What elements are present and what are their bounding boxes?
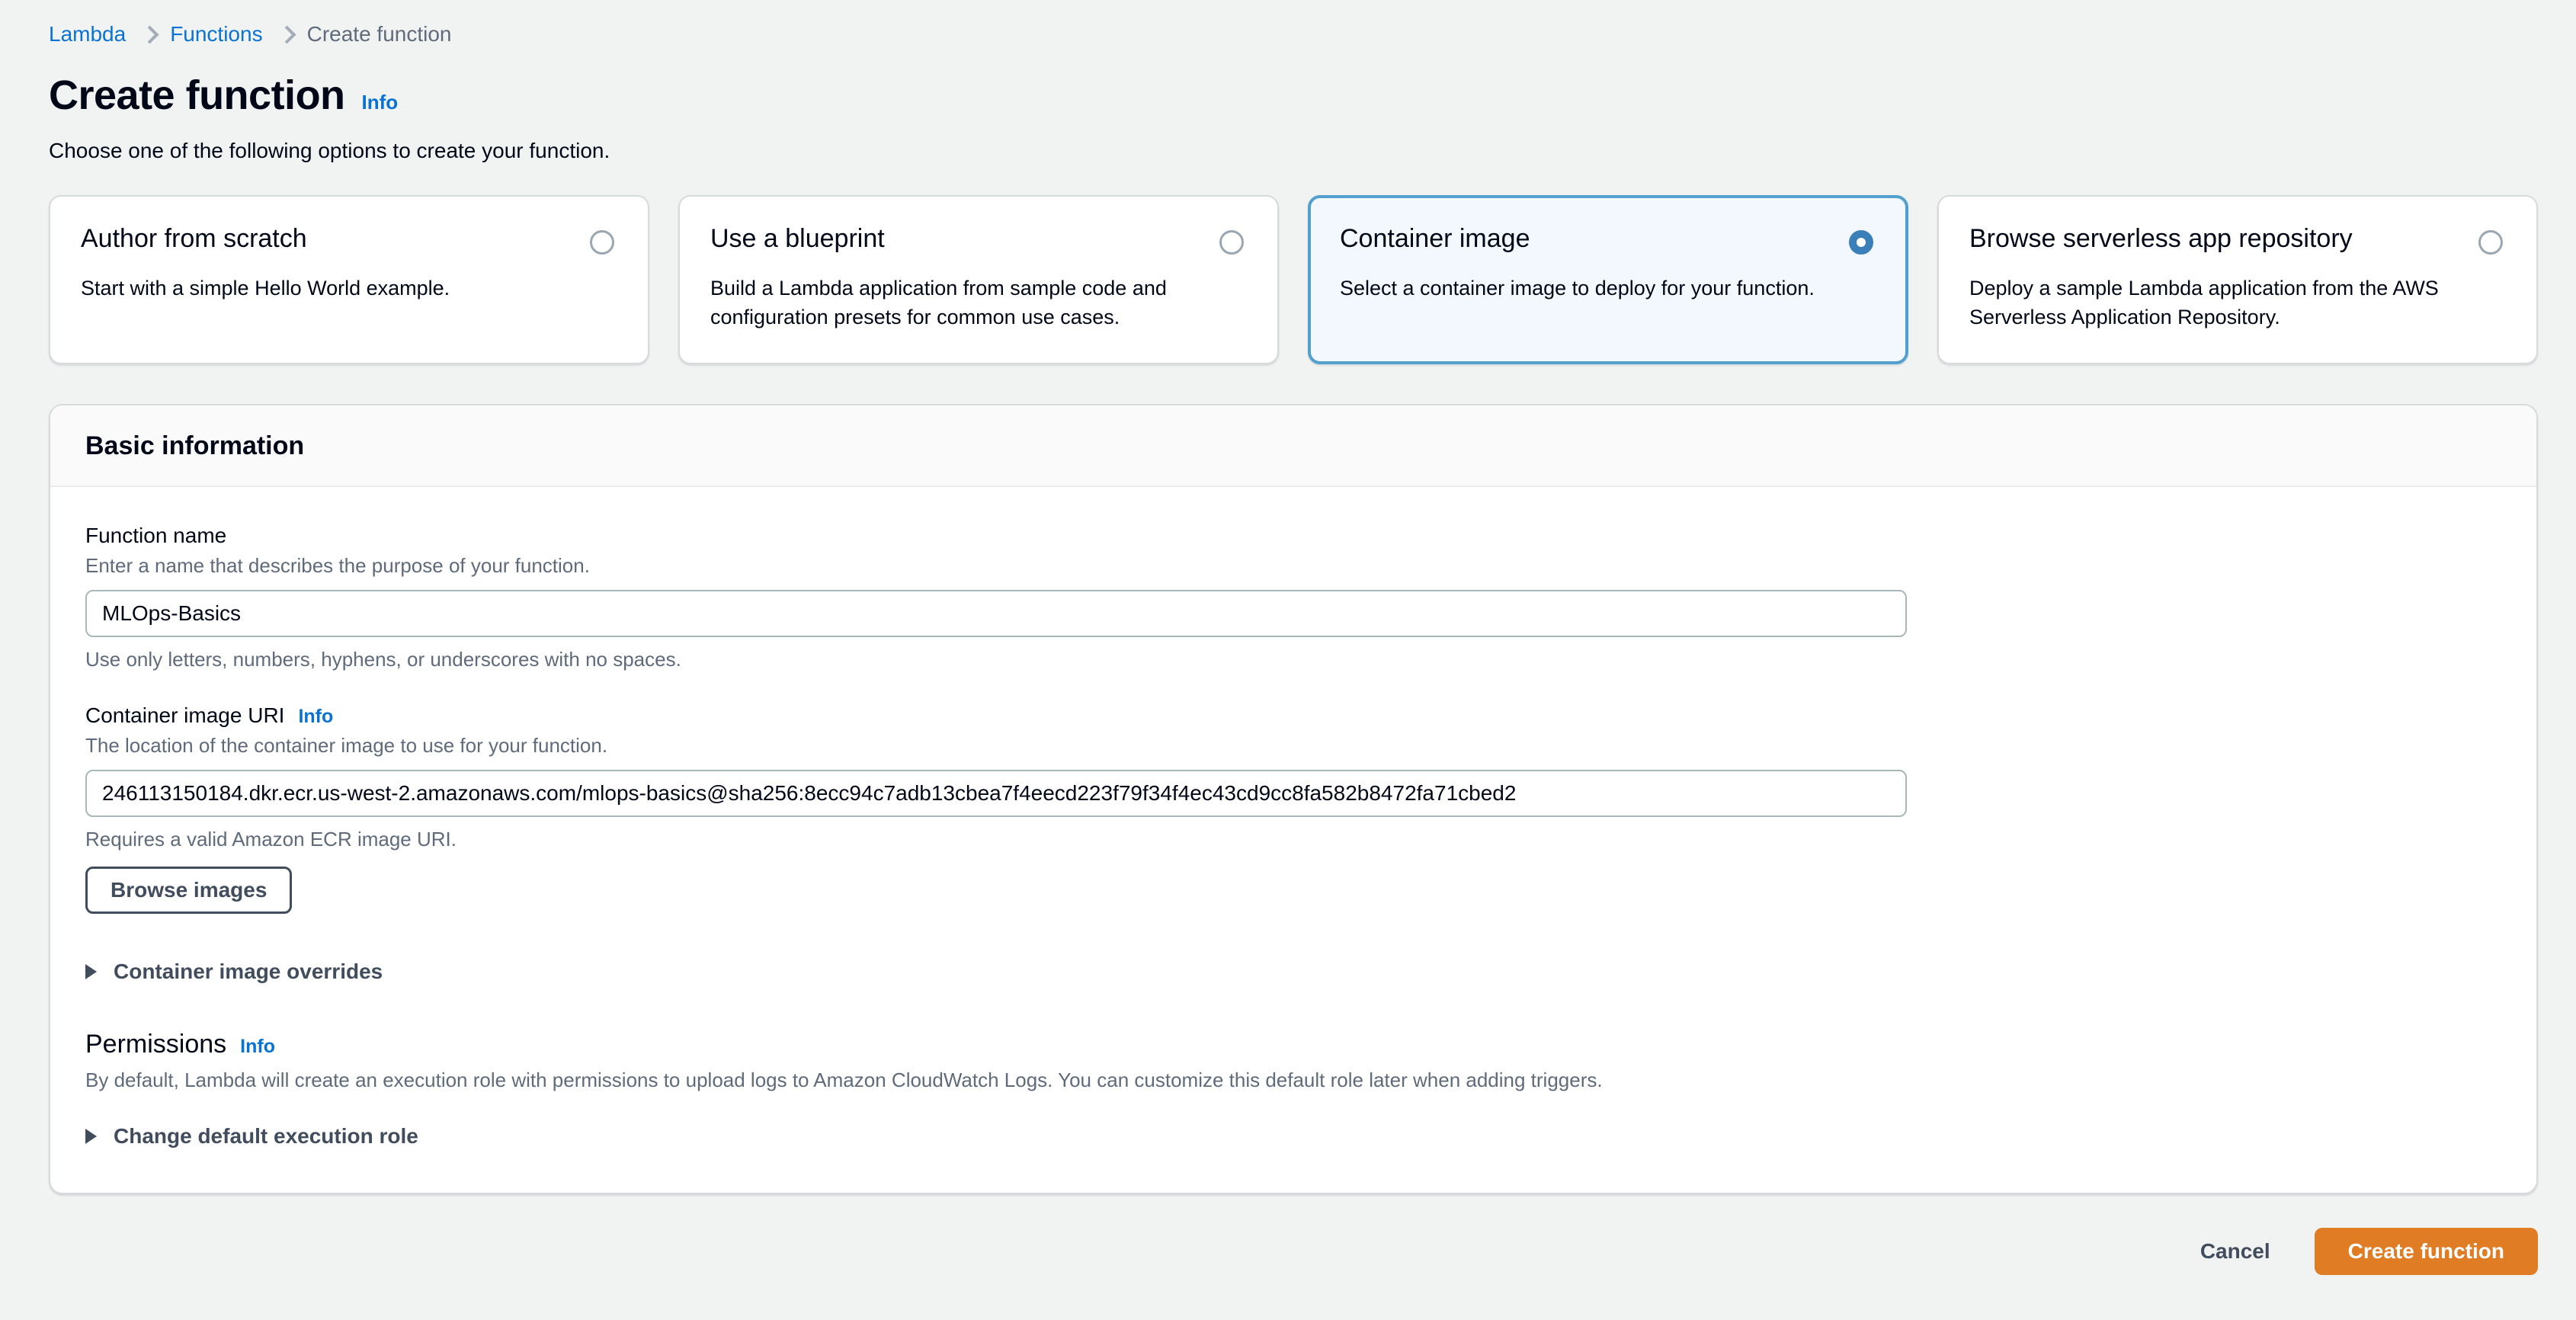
cancel-button[interactable]: Cancel: [2193, 1229, 2278, 1274]
panel-header: Basic information: [50, 405, 2536, 487]
page-info-link[interactable]: Info: [362, 91, 399, 114]
option-title: Container image: [1340, 224, 1530, 253]
function-name-field-group: Function name Enter a name that describe…: [85, 524, 2501, 671]
option-description: Build a Lambda application from sample c…: [710, 277, 1167, 329]
option-description: Deploy a sample Lambda application from …: [1969, 277, 2439, 329]
radio-button-container-image[interactable]: [1849, 230, 1873, 255]
container-image-overrides-label: Container image overrides: [114, 960, 383, 983]
chevron-right-icon: [280, 25, 290, 43]
radio-button-author-from-scratch[interactable]: [590, 230, 614, 255]
function-name-input[interactable]: MLOps-Basics: [85, 590, 1907, 637]
container-image-uri-constraint: Requires a valid Amazon ECR image URI.: [85, 828, 457, 851]
create-function-button[interactable]: Create function: [2314, 1228, 2538, 1275]
container-image-uri-input[interactable]: 246113150184.dkr.ecr.us-west-2.amazonaws…: [85, 770, 1907, 817]
caret-right-icon: [85, 1129, 97, 1144]
page-subtitle: Choose one of the following options to c…: [49, 139, 610, 162]
container-image-uri-hint: The location of the container image to u…: [85, 734, 608, 757]
function-name-constraint: Use only letters, numbers, hyphens, or u…: [85, 648, 681, 671]
permissions-header: Permissions Info: [85, 1030, 2501, 1059]
radio-button-use-a-blueprint[interactable]: [1219, 230, 1244, 255]
option-card-browse-serverless-app-repository[interactable]: Browse serverless app repository Deploy …: [1937, 195, 2538, 364]
radio-button-browse-serverless-app-repository[interactable]: [2478, 230, 2503, 255]
browse-images-button[interactable]: Browse images: [85, 867, 293, 914]
page-header: Create function Info: [0, 46, 2576, 119]
permissions-title: Permissions: [85, 1030, 227, 1059]
caret-right-icon: [85, 964, 97, 979]
breadcrumb-item-create-function: Create function: [306, 22, 452, 46]
option-description: Select a container image to deploy for y…: [1340, 277, 1815, 300]
panel-body: Function name Enter a name that describe…: [50, 487, 2536, 1193]
creation-method-options: Author from scratch Start with a simple …: [0, 163, 2576, 364]
option-title: Browse serverless app repository: [1969, 224, 2353, 253]
change-default-execution-role-label: Change default execution role: [114, 1124, 418, 1148]
option-card-use-a-blueprint[interactable]: Use a blueprint Build a Lambda applicati…: [678, 195, 1279, 364]
function-name-label: Function name: [85, 524, 227, 547]
permissions-description: By default, Lambda will create an execut…: [85, 1068, 1603, 1091]
option-title: Author from scratch: [81, 224, 307, 253]
container-image-uri-label-row: Container image URI Info: [85, 703, 2501, 728]
container-image-uri-label: Container image URI: [85, 703, 285, 727]
form-actions: Cancel Create function: [0, 1194, 2576, 1275]
chevron-right-icon: [143, 25, 153, 43]
option-card-container-image[interactable]: Container image Select a container image…: [1308, 195, 1908, 364]
create-function-page: Lambda Functions Create function Create …: [0, 0, 2576, 1320]
basic-information-panel: Basic information Function name Enter a …: [49, 404, 2538, 1194]
container-image-uri-field-group: Container image URI Info The location of…: [85, 703, 2501, 914]
container-image-uri-info-link[interactable]: Info: [298, 706, 333, 728]
breadcrumb-item-lambda[interactable]: Lambda: [49, 22, 126, 46]
change-default-execution-role-toggle[interactable]: Change default execution role: [85, 1124, 418, 1149]
page-title: Create function: [49, 72, 345, 118]
container-image-overrides-toggle[interactable]: Container image overrides: [85, 960, 383, 984]
function-name-label-row: Function name: [85, 524, 2501, 548]
option-title: Use a blueprint: [710, 224, 885, 253]
permissions-info-link[interactable]: Info: [240, 1036, 275, 1058]
breadcrumb-item-functions[interactable]: Functions: [170, 22, 262, 46]
panel-title: Basic information: [85, 431, 305, 460]
option-description: Start with a simple Hello World example.: [81, 277, 450, 300]
function-name-hint: Enter a name that describes the purpose …: [85, 554, 590, 577]
option-card-author-from-scratch[interactable]: Author from scratch Start with a simple …: [49, 195, 649, 364]
breadcrumb: Lambda Functions Create function: [0, 0, 2576, 46]
